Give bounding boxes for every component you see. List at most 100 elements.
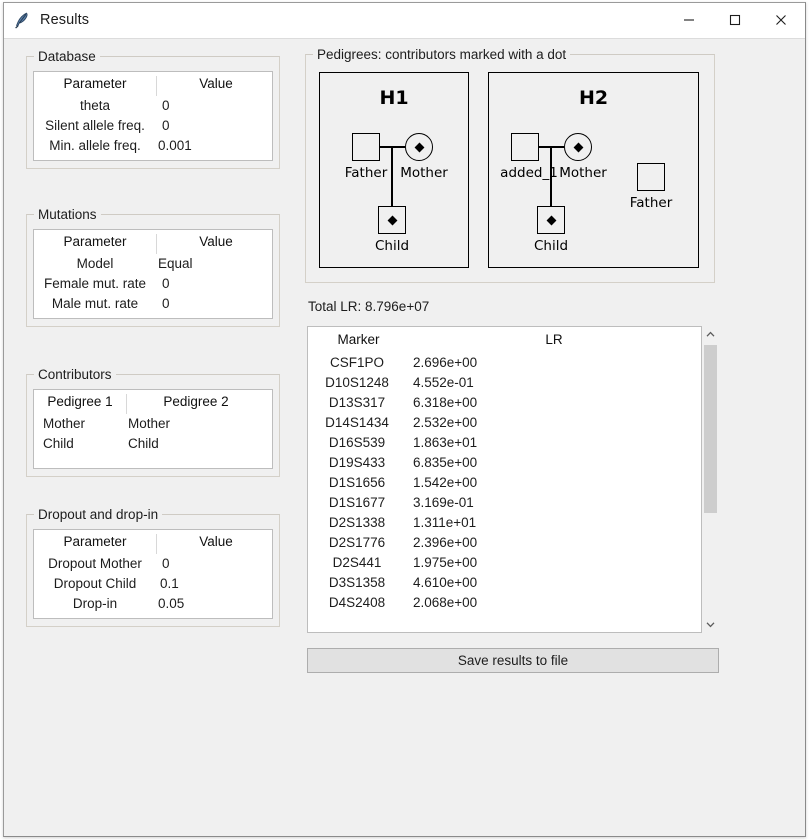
lr-cell: 2.532e+00 bbox=[413, 415, 478, 430]
marker-cell: D1S1677 bbox=[328, 495, 386, 510]
table-row[interactable]: D19S433 6.835e+00 bbox=[308, 455, 701, 475]
marker-cell: D3S1358 bbox=[328, 575, 386, 590]
table-row: 0.05 bbox=[158, 596, 185, 611]
column-divider bbox=[156, 76, 157, 96]
table-row: Child bbox=[128, 436, 159, 451]
table-row: Male mut. rate bbox=[51, 296, 139, 311]
save-results-button[interactable]: Save results to file bbox=[307, 648, 719, 673]
scroll-up-button[interactable] bbox=[702, 326, 719, 343]
maximize-button[interactable] bbox=[712, 3, 758, 37]
column-divider bbox=[156, 234, 157, 254]
table-row: Dropout Child bbox=[53, 576, 137, 591]
table-row: 0 bbox=[162, 556, 170, 571]
column-divider bbox=[126, 394, 127, 414]
table-row[interactable]: D4S2408 2.068e+00 bbox=[308, 595, 701, 615]
marker-cell: D2S1776 bbox=[328, 535, 386, 550]
contributors-legend: Contributors bbox=[34, 367, 116, 382]
lr-cell: 2.696e+00 bbox=[413, 355, 478, 370]
results-scrollbar[interactable] bbox=[702, 326, 719, 633]
contributors-table: Pedigree 1 Pedigree 2 Mother Mother Chil… bbox=[33, 389, 273, 469]
table-row: Silent allele freq. bbox=[45, 118, 145, 133]
marker-cell: D2S1338 bbox=[328, 515, 386, 530]
marker-cell: CSF1PO bbox=[329, 355, 384, 370]
minimize-button[interactable] bbox=[666, 3, 712, 37]
table-row: 0 bbox=[162, 98, 170, 113]
mother-label: Mother bbox=[559, 165, 607, 181]
column-header-parameter: Parameter bbox=[63, 534, 127, 549]
marker-cell: D2S441 bbox=[332, 555, 382, 570]
mutations-legend: Mutations bbox=[34, 207, 101, 222]
lr-cell: 1.311e+01 bbox=[413, 515, 477, 530]
column-header-value: Value bbox=[199, 76, 233, 91]
column-header-lr: LR bbox=[545, 332, 563, 347]
dropout-table: Parameter Value Dropout Mother 0 Dropout… bbox=[33, 529, 273, 619]
contributors-group: Contributors Pedigree 1 Pedigree 2 Mothe… bbox=[26, 367, 280, 477]
database-table: Parameter Value theta 0 Silent allele fr… bbox=[33, 71, 273, 161]
table-row[interactable]: D3S1358 4.610e+00 bbox=[308, 575, 701, 595]
mother-label: Mother bbox=[400, 165, 448, 181]
table-row: 0 bbox=[162, 276, 170, 291]
column-header-value: Value bbox=[199, 534, 233, 549]
scrollbar-thumb[interactable] bbox=[704, 345, 717, 513]
database-legend: Database bbox=[34, 49, 100, 64]
table-row: 0.1 bbox=[160, 576, 179, 591]
child-label: Child bbox=[533, 238, 569, 254]
column-header-parameter: Parameter bbox=[63, 234, 127, 249]
table-row[interactable]: D1S1656 1.542e+00 bbox=[308, 475, 701, 495]
marker-cell: D4S2408 bbox=[328, 595, 386, 610]
father-label: Father bbox=[344, 165, 388, 181]
table-row[interactable]: D16S539 1.863e+01 bbox=[308, 435, 701, 455]
table-row: Mother bbox=[128, 416, 171, 431]
table-row[interactable]: D2S441 1.975e+00 bbox=[308, 555, 701, 575]
father-symbol-square bbox=[352, 133, 380, 161]
table-row: Equal bbox=[158, 256, 193, 271]
pedigree-h1-canvas: H1 Father Mother Child bbox=[319, 72, 469, 268]
close-button[interactable] bbox=[758, 3, 804, 37]
table-row[interactable]: CSF1PO 2.696e+00 bbox=[308, 355, 701, 375]
table-row: Child bbox=[43, 436, 74, 451]
table-row[interactable]: D13S317 6.318e+00 bbox=[308, 395, 701, 415]
father-label: Father bbox=[629, 195, 673, 211]
results-window: Results Database Parameter Value theta 0… bbox=[3, 2, 806, 837]
marker-cell: D1S1656 bbox=[328, 475, 386, 490]
table-row[interactable]: D10S1248 4.552e-01 bbox=[308, 375, 701, 395]
dropout-legend: Dropout and drop-in bbox=[34, 507, 163, 522]
column-header-pedigree-2: Pedigree 2 bbox=[163, 394, 229, 409]
table-row: Female mut. rate bbox=[43, 276, 147, 291]
table-row[interactable]: D14S1434 2.532e+00 bbox=[308, 415, 701, 435]
total-lr-label: Total LR: 8.796e+07 bbox=[308, 299, 430, 314]
column-header-pedigree-1: Pedigree 1 bbox=[47, 394, 113, 409]
pedigrees-legend: Pedigrees: contributors marked with a do… bbox=[313, 47, 571, 62]
table-row: Min. allele freq. bbox=[49, 138, 141, 153]
lr-cell: 4.610e+00 bbox=[413, 575, 478, 590]
lr-cell: 1.542e+00 bbox=[413, 475, 478, 490]
database-group: Database Parameter Value theta 0 Silent … bbox=[26, 49, 280, 169]
table-row: Model bbox=[76, 256, 114, 271]
table-row: 0.001 bbox=[158, 138, 192, 153]
dropout-group: Dropout and drop-in Parameter Value Drop… bbox=[26, 507, 280, 627]
pedigree-h2-title: H2 bbox=[578, 87, 609, 109]
table-row: Dropout Mother bbox=[48, 556, 142, 571]
added-1-symbol-square bbox=[511, 133, 539, 161]
marker-cell: D19S433 bbox=[328, 455, 386, 470]
table-row[interactable]: D2S1338 1.311e+01 bbox=[308, 515, 701, 535]
marker-cell: D16S539 bbox=[328, 435, 386, 450]
table-row[interactable]: D2S1776 2.396e+00 bbox=[308, 535, 701, 555]
marker-cell: D14S1434 bbox=[325, 415, 389, 430]
marker-cell: D13S317 bbox=[328, 395, 386, 410]
lr-cell: 4.552e-01 bbox=[413, 375, 474, 390]
lr-cell: 2.396e+00 bbox=[413, 535, 478, 550]
father-symbol-square bbox=[637, 163, 665, 191]
pedigree-h1-title: H1 bbox=[379, 87, 409, 109]
table-row: Mother bbox=[43, 416, 86, 431]
column-header-marker: Marker bbox=[337, 332, 380, 347]
table-row: 0 bbox=[162, 296, 170, 311]
lr-cell: 1.975e+00 bbox=[413, 555, 478, 570]
table-row: 0 bbox=[162, 118, 170, 133]
table-row[interactable]: D1S1677 3.169e-01 bbox=[308, 495, 701, 515]
title-bar: Results bbox=[4, 3, 805, 39]
scroll-down-button[interactable] bbox=[702, 616, 719, 633]
lr-cell: 6.835e+00 bbox=[413, 455, 478, 470]
feather-icon bbox=[12, 10, 32, 30]
column-header-value: Value bbox=[199, 234, 233, 249]
